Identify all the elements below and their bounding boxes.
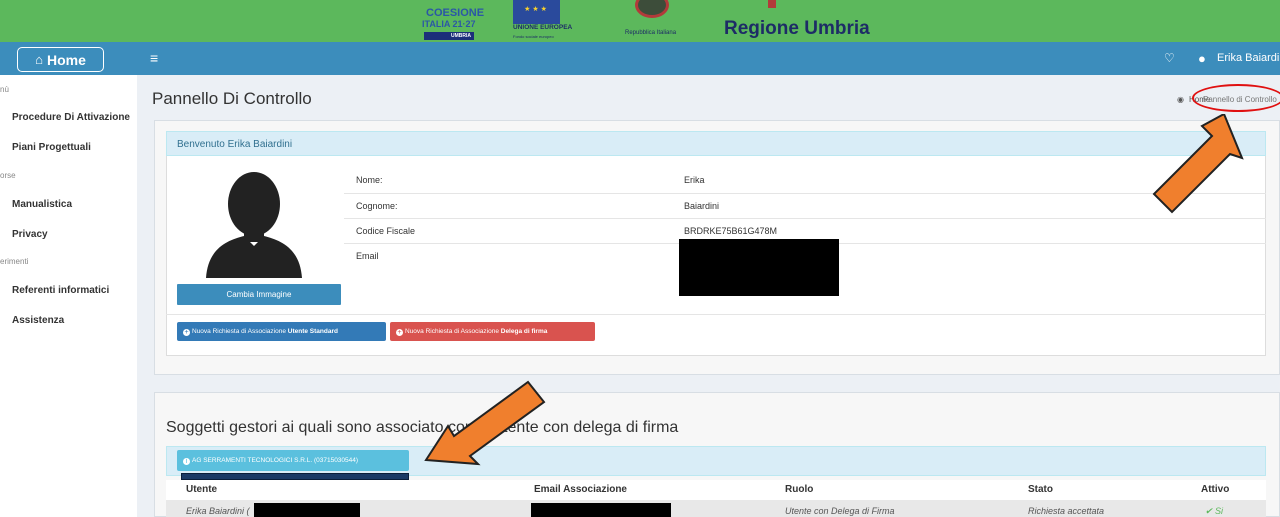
sidebar-item-piani[interactable]: Piani Progettuali bbox=[12, 142, 91, 153]
coesione-region: UMBRIA bbox=[424, 32, 474, 40]
new-standard-association-button[interactable]: + Nuova Richiesta di Associazione Utente … bbox=[177, 322, 386, 341]
sidebar-item-manualistica[interactable]: Manualistica bbox=[12, 199, 72, 210]
navbar: ⌂ Home ≡ ♡ ● Erika Baiardini bbox=[0, 42, 1280, 75]
sidebar-item-procedure[interactable]: Procedure Di Attivazione bbox=[12, 112, 130, 123]
change-image-button[interactable]: Cambia Immagine bbox=[177, 284, 341, 305]
plus-circle-icon: + bbox=[396, 329, 403, 336]
bell-icon[interactable]: ♡ bbox=[1164, 51, 1175, 65]
redacted-utente bbox=[254, 503, 360, 517]
info-value: Erika bbox=[684, 175, 705, 185]
eu-sublabel: Fondo sociale europeo bbox=[513, 34, 554, 39]
top-banner: COESIONE ITALIA 21·27 UMBRIA ★★★ UNIONE … bbox=[0, 0, 1280, 42]
dashboard-icon: ◉ bbox=[1177, 95, 1184, 104]
home-icon: ⌂ bbox=[35, 52, 43, 67]
repubblica-label: Repubblica Italiana bbox=[625, 30, 677, 36]
sidebar-heading-menu: nù bbox=[0, 85, 9, 94]
eu-label: UNIONE EUROPEA bbox=[513, 24, 573, 31]
info-row-nome: Nome: Erika bbox=[344, 168, 1266, 193]
button-label-bold: Utente Standard bbox=[287, 328, 338, 335]
annotation-circle bbox=[1192, 84, 1280, 112]
eu-logo: ★★★ UNIONE EUROPEA Fondo sociale europeo bbox=[513, 0, 581, 42]
coesione-logo: COESIONE ITALIA 21·27 UMBRIA bbox=[422, 0, 484, 42]
info-label: Cognome: bbox=[356, 201, 398, 211]
menu-toggle-icon[interactable]: ≡ bbox=[150, 50, 158, 66]
redacted-email bbox=[679, 239, 839, 296]
column-header-email: Email Associazione bbox=[534, 484, 627, 495]
repubblica-logo: Repubblica Italiana bbox=[625, 0, 695, 42]
regione-emblem-icon bbox=[768, 0, 776, 8]
profile-header: Benvenuto Erika Baiardini bbox=[166, 131, 1266, 156]
home-button[interactable]: ⌂ Home bbox=[17, 47, 104, 72]
emblem-icon bbox=[635, 0, 669, 18]
avatar-icon bbox=[206, 172, 302, 278]
regione-label: Regione Umbria bbox=[724, 18, 870, 39]
page-title: Pannello Di Controllo bbox=[152, 89, 312, 108]
button-label: Nuova Richiesta di Associazione bbox=[405, 328, 501, 335]
sidebar-item-referenti[interactable]: Referenti informatici bbox=[12, 285, 109, 296]
column-header-utente: Utente bbox=[186, 484, 218, 495]
soggetto-label: AG SERRAMENTI TECNOLOGICI S.R.L. (037150… bbox=[192, 457, 359, 464]
cell-stato: Richiesta accettata bbox=[1028, 506, 1105, 516]
column-header-ruolo: Ruolo bbox=[785, 484, 814, 495]
annotation-arrow-breadcrumb bbox=[1152, 114, 1244, 214]
sidebar-item-privacy[interactable]: Privacy bbox=[12, 229, 48, 240]
info-row-cognome: Cognome: Baiardini bbox=[344, 193, 1266, 218]
annotation-arrow-soggetto bbox=[424, 380, 546, 466]
info-value: BRDRKE75B61G478M bbox=[684, 226, 778, 236]
coesione-subtext: ITALIA 21·27 bbox=[422, 19, 476, 29]
user-icon[interactable]: ● bbox=[1198, 51, 1206, 66]
sidebar-heading-risorse: orse bbox=[0, 171, 16, 180]
info-label: Codice Fiscale bbox=[356, 226, 416, 236]
plus-circle-icon: + bbox=[183, 329, 190, 336]
eu-flag-icon: ★★★ bbox=[513, 0, 560, 24]
divider bbox=[166, 314, 1266, 315]
new-delega-association-button[interactable]: + Nuova Richiesta di Associazione Delega … bbox=[390, 322, 595, 341]
info-icon: i bbox=[183, 458, 190, 465]
redacted-bar bbox=[181, 473, 409, 480]
cell-utente: Erika Baiardini ( bbox=[186, 506, 250, 516]
attivo-value: Si bbox=[1215, 506, 1224, 516]
info-label: Nome: bbox=[356, 175, 383, 185]
button-label: Nuova Richiesta di Associazione bbox=[192, 328, 288, 335]
info-value: Baiardini bbox=[684, 201, 720, 211]
check-icon: ✔ bbox=[1205, 506, 1216, 516]
sidebar-item-assistenza[interactable]: Assistenza bbox=[12, 315, 64, 326]
column-header-attivo: Attivo bbox=[1201, 484, 1230, 495]
coesione-text: COESIONE bbox=[426, 7, 485, 19]
home-label: Home bbox=[46, 51, 86, 68]
button-label-bold: Delega di firma bbox=[500, 328, 548, 335]
associations-title: Soggetti gestori ai quali sono associato… bbox=[166, 419, 679, 436]
sidebar-heading-riferimenti: erimenti bbox=[0, 257, 29, 266]
column-header-stato: Stato bbox=[1028, 484, 1053, 495]
soggetto-button[interactable]: i AG SERRAMENTI TECNOLOGICI S.R.L. (03715… bbox=[177, 450, 409, 471]
cell-attivo: ✔ Si bbox=[1205, 506, 1223, 517]
cell-ruolo: Utente con Delega di Firma bbox=[785, 506, 895, 516]
user-menu[interactable]: Erika Baiardini bbox=[1217, 52, 1280, 64]
redacted-email-association bbox=[531, 503, 671, 517]
info-label: Email bbox=[356, 251, 379, 261]
